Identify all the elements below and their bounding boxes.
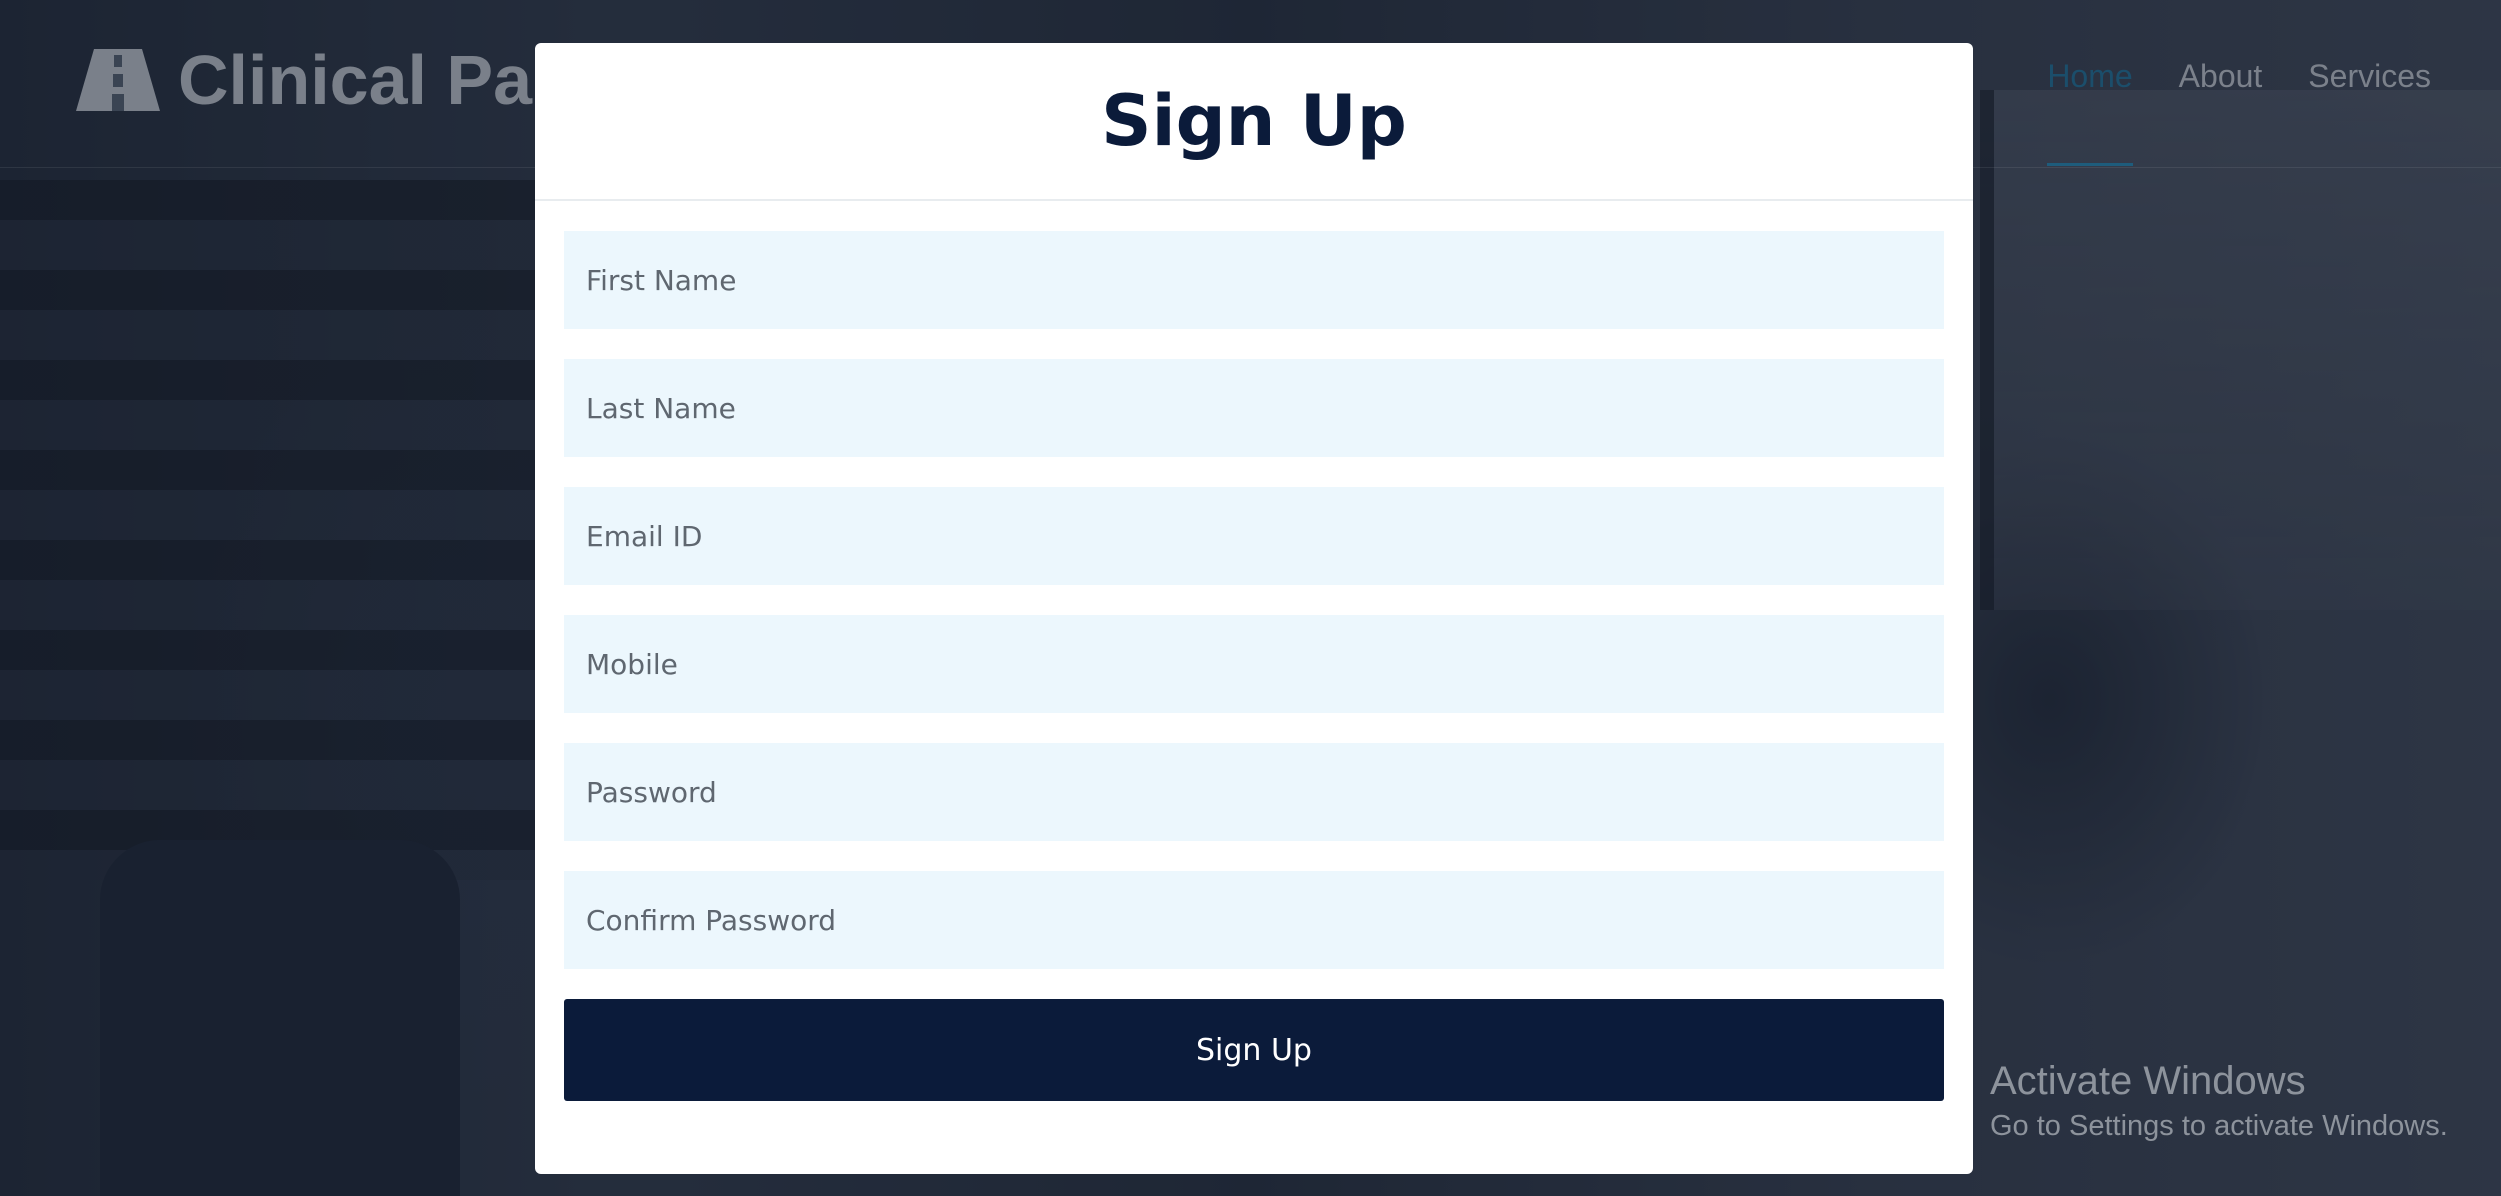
- brand-logo[interactable]: Clinical Pa: [76, 40, 532, 120]
- main-nav: Home About Services: [2047, 58, 2431, 166]
- windows-activation-watermark: Activate Windows Go to Settings to activ…: [1990, 1056, 2448, 1146]
- road-icon: [76, 49, 160, 111]
- nav-services[interactable]: Services: [2308, 58, 2431, 95]
- signup-modal: Sign Up Sign Up: [535, 43, 1973, 1174]
- confirm-password-input[interactable]: [564, 871, 1944, 969]
- nav-home[interactable]: Home: [2047, 58, 2134, 166]
- signup-form: Sign Up: [535, 201, 1973, 1101]
- brand-name: Clinical Pa: [178, 41, 533, 119]
- email-input[interactable]: [564, 487, 1944, 585]
- watermark-title: Activate Windows: [1990, 1059, 2306, 1103]
- signup-button[interactable]: Sign Up: [564, 999, 1944, 1101]
- first-name-input[interactable]: [564, 231, 1944, 329]
- last-name-input[interactable]: [564, 359, 1944, 457]
- nav-about[interactable]: About: [2179, 58, 2263, 95]
- modal-title: Sign Up: [1101, 80, 1407, 162]
- watermark-subtitle: Go to Settings to activate Windows.: [1990, 1110, 2448, 1142]
- modal-header: Sign Up: [535, 43, 1973, 201]
- password-input[interactable]: [564, 743, 1944, 841]
- mobile-input[interactable]: [564, 615, 1944, 713]
